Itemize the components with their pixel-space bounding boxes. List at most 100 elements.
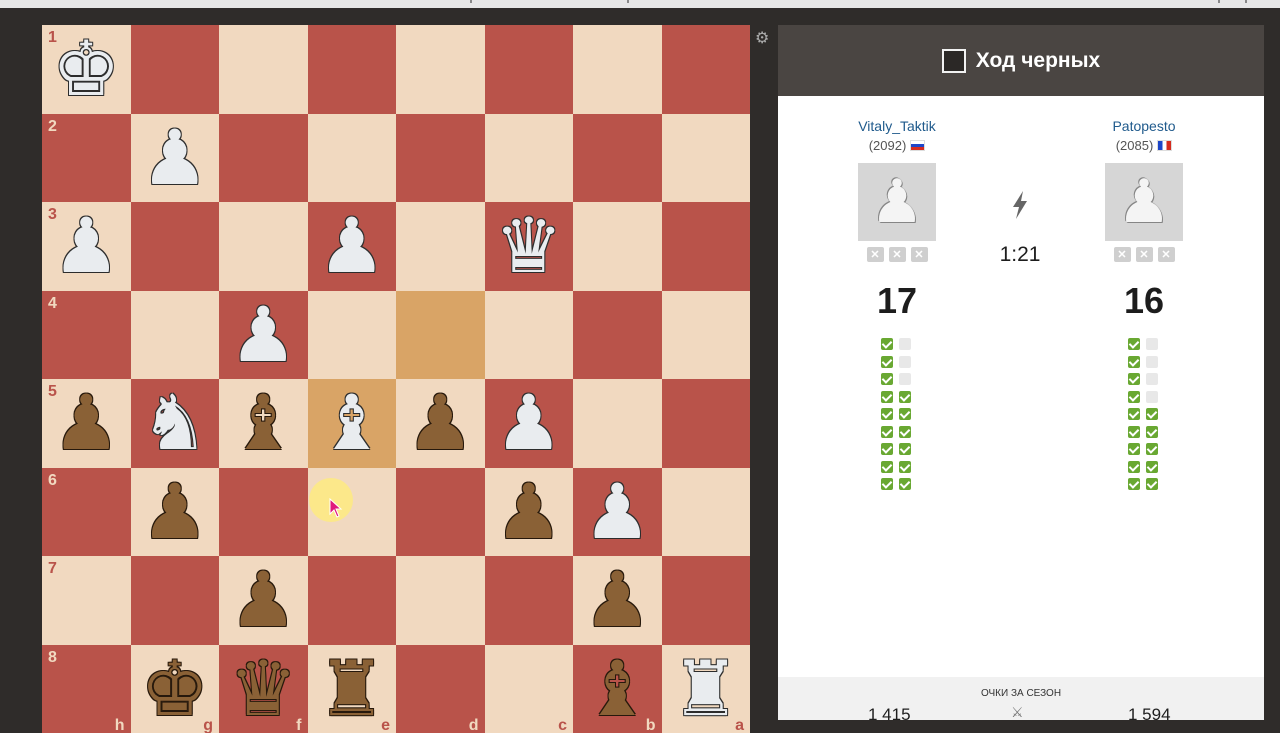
black-queen-icon[interactable]: ♛ — [229, 651, 297, 727]
square-c3[interactable]: ♛ — [485, 202, 574, 291]
settings-gear-icon[interactable]: ⚙ — [755, 28, 773, 46]
square-g5[interactable]: ♞ — [131, 379, 220, 468]
white-knight-icon[interactable]: ♞ — [141, 385, 209, 461]
square-g7[interactable] — [131, 556, 220, 645]
black-pawn-icon[interactable]: ♟ — [229, 562, 297, 638]
square-e7[interactable] — [308, 556, 397, 645]
square-b6[interactable]: ♟ — [573, 468, 662, 557]
white-queen-icon[interactable]: ♛ — [495, 208, 563, 284]
check-solved-icon — [881, 373, 893, 385]
square-b2[interactable] — [573, 114, 662, 203]
square-a4[interactable] — [662, 291, 751, 380]
player-name-link[interactable]: Patopesto — [1084, 118, 1204, 134]
check-solved-icon — [1128, 356, 1140, 368]
player-name-link[interactable]: Vitaly_Taktik — [837, 118, 957, 134]
square-g1[interactable] — [131, 25, 220, 114]
square-g6[interactable]: ♟ — [131, 468, 220, 557]
square-h7[interactable]: 7 — [42, 556, 131, 645]
square-a7[interactable] — [662, 556, 751, 645]
black-pawn-icon[interactable]: ♟ — [406, 385, 474, 461]
file-label: b — [646, 717, 656, 733]
square-f3[interactable] — [219, 202, 308, 291]
square-h6[interactable]: 6 — [42, 468, 131, 557]
square-g4[interactable] — [131, 291, 220, 380]
square-f2[interactable] — [219, 114, 308, 203]
square-c7[interactable] — [485, 556, 574, 645]
white-pawn-icon[interactable]: ♟ — [141, 120, 209, 196]
square-c5[interactable]: ♟ — [485, 379, 574, 468]
game-side-panel: Ход черных Vitaly_Taktik (2092) ♟ ✕ ✕ ✕ … — [778, 25, 1264, 720]
black-rook-icon[interactable]: ♜ — [318, 651, 386, 727]
russia-flag-icon — [910, 140, 925, 151]
check-solved-icon — [1146, 443, 1158, 455]
solved-checklist — [881, 338, 913, 490]
square-e4[interactable] — [308, 291, 397, 380]
check-empty-icon — [899, 373, 911, 385]
square-a6[interactable] — [662, 468, 751, 557]
square-b7[interactable]: ♟ — [573, 556, 662, 645]
check-empty-icon — [1146, 356, 1158, 368]
square-d5[interactable]: ♟ — [396, 379, 485, 468]
square-f6[interactable] — [219, 468, 308, 557]
square-e1[interactable] — [308, 25, 397, 114]
square-h3[interactable]: 3♟ — [42, 202, 131, 291]
square-d7[interactable] — [396, 556, 485, 645]
square-f1[interactable] — [219, 25, 308, 114]
white-pawn-icon[interactable]: ♟ — [495, 385, 563, 461]
black-king-icon[interactable]: ♚ — [141, 651, 209, 727]
square-b5[interactable] — [573, 379, 662, 468]
square-d2[interactable] — [396, 114, 485, 203]
square-c6[interactable]: ♟ — [485, 468, 574, 557]
cursor-arrow-icon — [329, 498, 345, 518]
square-d3[interactable] — [396, 202, 485, 291]
square-h4[interactable]: 4 — [42, 291, 131, 380]
player-avatar[interactable]: ♟ — [858, 163, 936, 241]
white-bishop-icon[interactable]: ♝ — [318, 385, 386, 461]
square-c2[interactable] — [485, 114, 574, 203]
chess-board[interactable]: 1♚2♟3♟♟♛4♟5♟♞♝♝♟♟6♟♟♟7♟♟8hg♚f♛e♜dcb♝a♜ — [42, 25, 750, 733]
square-e3[interactable]: ♟ — [308, 202, 397, 291]
square-h5[interactable]: 5♟ — [42, 379, 131, 468]
square-d1[interactable] — [396, 25, 485, 114]
square-f4[interactable]: ♟ — [219, 291, 308, 380]
x-mark-icon: ✕ — [867, 247, 884, 262]
player-avatar[interactable]: ♟ — [1105, 163, 1183, 241]
square-d4[interactable] — [396, 291, 485, 380]
square-a1[interactable] — [662, 25, 751, 114]
black-pawn-icon[interactable]: ♟ — [52, 385, 120, 461]
browser-top-strip — [0, 0, 1280, 8]
rank-label: 5 — [48, 383, 57, 401]
black-bishop-icon[interactable]: ♝ — [229, 385, 297, 461]
square-f5[interactable]: ♝ — [219, 379, 308, 468]
square-h2[interactable]: 2 — [42, 114, 131, 203]
player-score: 17 — [837, 280, 957, 322]
check-solved-icon — [1128, 408, 1140, 420]
white-pawn-icon[interactable]: ♟ — [583, 474, 651, 550]
rating-value: (2092) — [869, 138, 907, 153]
check-solved-icon — [899, 478, 911, 490]
square-g2[interactable]: ♟ — [131, 114, 220, 203]
white-pawn-icon[interactable]: ♟ — [318, 208, 386, 284]
black-bishop-icon[interactable]: ♝ — [583, 651, 651, 727]
square-a5[interactable] — [662, 379, 751, 468]
square-g3[interactable] — [131, 202, 220, 291]
square-e5[interactable]: ♝ — [308, 379, 397, 468]
square-c1[interactable] — [485, 25, 574, 114]
square-d6[interactable] — [396, 468, 485, 557]
square-e2[interactable] — [308, 114, 397, 203]
square-a3[interactable] — [662, 202, 751, 291]
square-a2[interactable] — [662, 114, 751, 203]
square-f7[interactable]: ♟ — [219, 556, 308, 645]
square-b1[interactable] — [573, 25, 662, 114]
black-pawn-icon[interactable]: ♟ — [583, 562, 651, 638]
white-pawn-icon[interactable]: ♟ — [52, 208, 120, 284]
white-rook-icon[interactable]: ♜ — [672, 651, 740, 727]
square-c4[interactable] — [485, 291, 574, 380]
black-pawn-icon[interactable]: ♟ — [141, 474, 209, 550]
white-king-icon[interactable]: ♚ — [52, 31, 120, 107]
square-b3[interactable] — [573, 202, 662, 291]
square-b4[interactable] — [573, 291, 662, 380]
square-h1[interactable]: 1♚ — [42, 25, 131, 114]
white-pawn-icon[interactable]: ♟ — [229, 297, 297, 373]
black-pawn-icon[interactable]: ♟ — [495, 474, 563, 550]
